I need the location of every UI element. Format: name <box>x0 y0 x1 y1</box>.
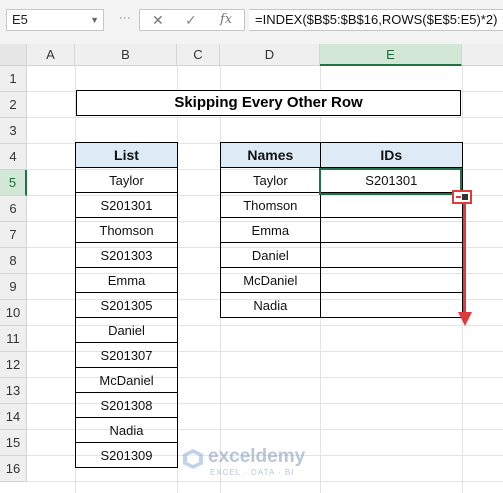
row-header[interactable]: 4 <box>0 144 27 170</box>
list-cell[interactable]: S201308 <box>75 392 178 418</box>
list-cell[interactable]: S201305 <box>75 292 178 318</box>
enter-icon[interactable]: ✓ <box>185 12 197 29</box>
id-cell[interactable] <box>319 267 464 293</box>
name-cell[interactable]: Thomson <box>220 192 321 218</box>
arrow-down-icon <box>458 312 472 326</box>
grid-line <box>27 117 503 118</box>
watermark-tagline: EXCEL · DATA · BI <box>210 468 295 477</box>
list-cell[interactable]: Thomson <box>75 217 178 243</box>
row-header[interactable]: 15 <box>0 430 27 456</box>
active-cell-selection <box>319 168 462 195</box>
cancel-icon[interactable]: ✕ <box>152 12 164 29</box>
column-header-a[interactable]: A <box>27 44 75 66</box>
list-table: List Taylor S201301 Thomson S201303 Emma… <box>75 142 178 468</box>
id-cell[interactable] <box>319 192 464 218</box>
formula-buttons: ✕ ✓ fx <box>139 9 245 31</box>
list-cell[interactable]: S201301 <box>75 192 178 218</box>
row-header[interactable]: 6 <box>0 196 27 222</box>
row-header[interactable]: 12 <box>0 352 27 378</box>
drag-arrow <box>463 204 466 316</box>
list-cell[interactable]: Taylor <box>75 167 178 193</box>
name-cell[interactable]: Daniel <box>220 242 321 268</box>
row-header[interactable]: 9 <box>0 274 27 300</box>
column-header-c[interactable]: C <box>177 44 220 66</box>
name-box[interactable]: E5 ▼ <box>6 9 104 31</box>
row-header[interactable]: 11 <box>0 326 27 352</box>
name-cell[interactable]: Taylor <box>220 167 321 193</box>
row-header[interactable]: 2 <box>0 92 27 118</box>
column-header-d[interactable]: D <box>220 44 320 66</box>
id-cell[interactable] <box>319 242 464 268</box>
column-header-b[interactable]: B <box>75 44 177 66</box>
row-header[interactable]: 13 <box>0 378 27 404</box>
watermark-name: exceldemy <box>208 446 306 467</box>
formula-input[interactable]: =INDEX($B$5:$B$16,ROWS($E$5:E5)*2) <box>249 9 503 31</box>
list-header[interactable]: List <box>75 142 178 168</box>
row-header[interactable]: 7 <box>0 222 27 248</box>
name-cell[interactable]: McDaniel <box>220 267 321 293</box>
function-icon[interactable]: fx <box>220 12 232 27</box>
id-cell[interactable] <box>319 292 464 318</box>
grid-line <box>27 481 503 482</box>
chevron-down-icon[interactable]: ▼ <box>90 10 99 30</box>
name-cell[interactable]: Nadia <box>220 292 321 318</box>
ids-header[interactable]: IDs <box>319 142 464 168</box>
id-cell[interactable] <box>319 217 464 243</box>
name-box-value: E5 <box>12 12 28 27</box>
list-cell[interactable]: McDaniel <box>75 367 178 393</box>
row-header[interactable]: 16 <box>0 456 27 482</box>
row-header[interactable]: 3 <box>0 118 27 144</box>
watermark: exceldemy EXCEL · DATA · BI <box>182 446 332 478</box>
list-cell[interactable]: Emma <box>75 267 178 293</box>
row-header[interactable]: 8 <box>0 248 27 274</box>
fill-handle-icon <box>456 194 468 200</box>
fill-handle[interactable] <box>452 190 472 204</box>
row-header[interactable]: 5 <box>0 170 27 196</box>
list-cell[interactable]: Nadia <box>75 417 178 443</box>
row-header[interactable]: 10 <box>0 300 27 326</box>
grip-icon: ⋮ <box>118 12 132 25</box>
column-header-extra[interactable] <box>462 44 503 66</box>
column-header-e[interactable]: E <box>320 44 462 66</box>
worksheet-grid[interactable]: A B C D E 1 2 3 4 5 6 7 8 9 10 11 12 13 … <box>0 44 503 493</box>
name-cell[interactable]: Emma <box>220 217 321 243</box>
sheet-title[interactable]: Skipping Every Other Row <box>76 90 461 116</box>
names-header[interactable]: Names <box>220 142 321 168</box>
formula-toolbar: E5 ▼ ⋮ ✕ ✓ fx =INDEX($B$5:$B$16,ROWS($E$… <box>0 0 503 44</box>
list-cell[interactable]: S201303 <box>75 242 178 268</box>
row-header[interactable]: 14 <box>0 404 27 430</box>
select-all-corner[interactable] <box>0 44 27 66</box>
exceldemy-logo-icon <box>183 449 203 469</box>
list-cell[interactable]: S201309 <box>75 442 178 468</box>
list-cell[interactable]: S201307 <box>75 342 178 368</box>
row-header[interactable]: 1 <box>0 66 27 92</box>
list-cell[interactable]: Daniel <box>75 317 178 343</box>
